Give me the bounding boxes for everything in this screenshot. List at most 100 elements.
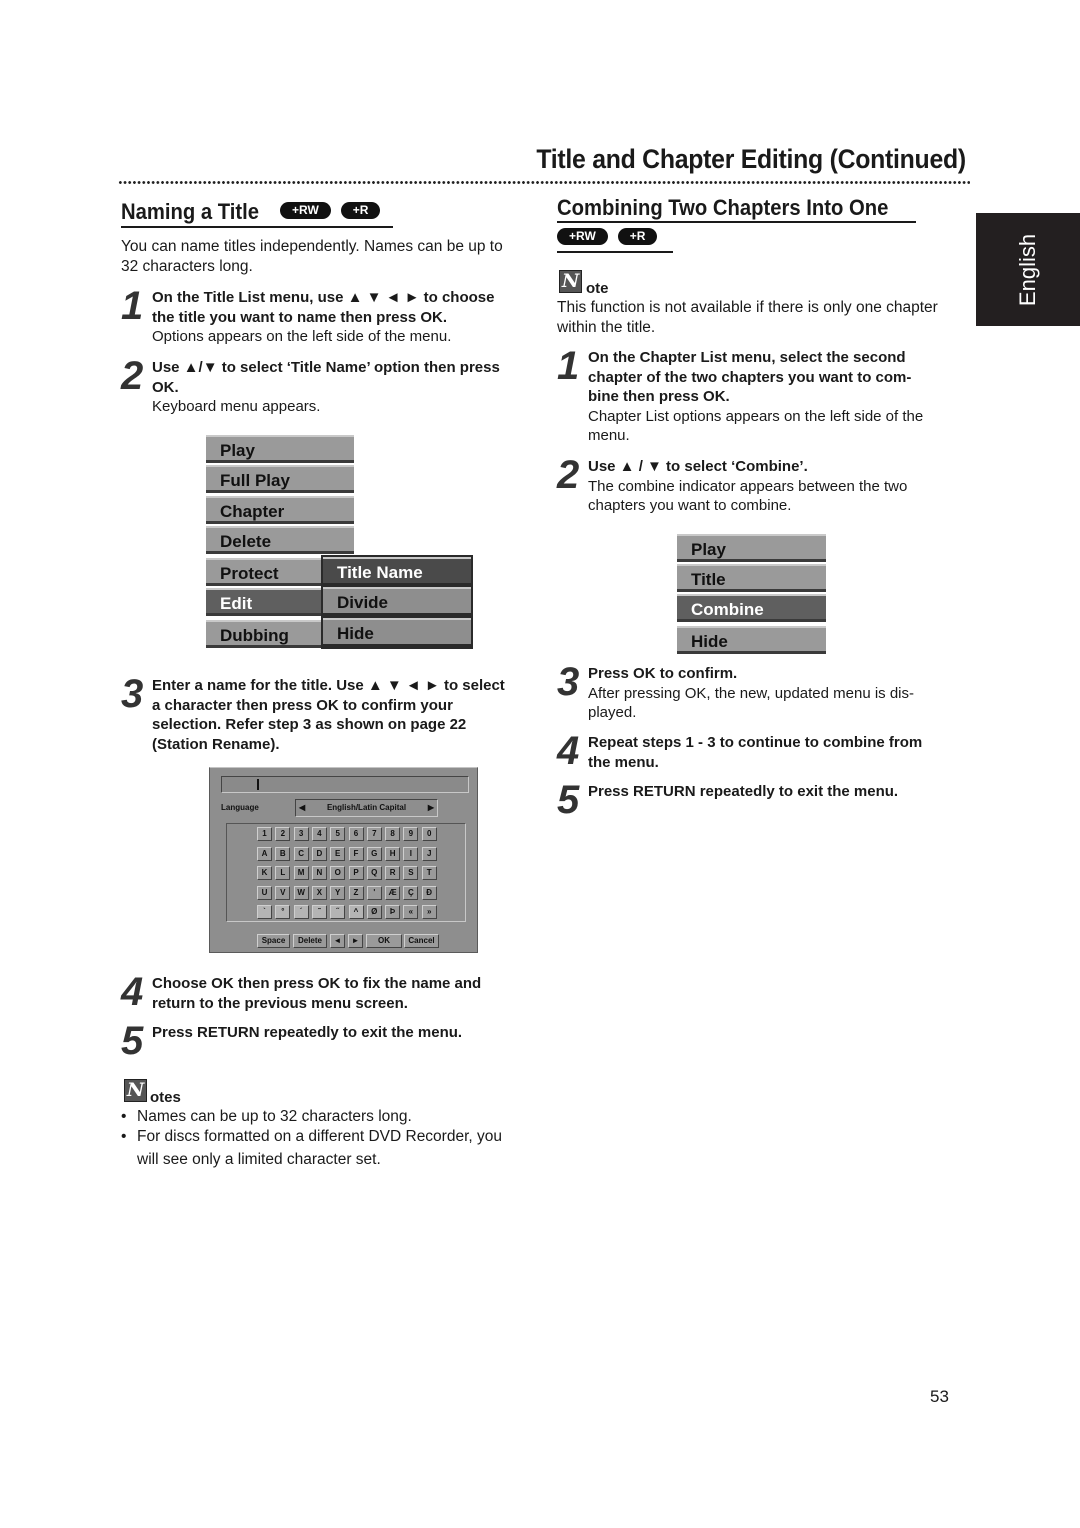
- char-key[interactable]: L: [275, 866, 291, 880]
- note-text: This function is not available if there …: [557, 298, 938, 338]
- step-instruction: Enter a name for the title. Use ▲ ▼ ◄ ► …: [152, 677, 505, 694]
- step-instruction: Use ▲ / ▼ to select ‘Combine’.: [588, 458, 808, 475]
- char-key[interactable]: ^: [348, 905, 364, 919]
- char-key[interactable]: Æ: [385, 885, 401, 900]
- language-selector[interactable]: ◀ English/Latin Capital ▶: [295, 799, 438, 817]
- step-number: 1: [557, 344, 580, 388]
- char-key[interactable]: °: [275, 905, 291, 919]
- char-key[interactable]: Z: [348, 885, 364, 900]
- character-grid: 1 2 3 4 5 6 7 8 9 0 A B C D E F G H I J K L M N O P Q R S T U V W X Y Z ' Æ Ç Đ…: [226, 823, 466, 922]
- menu-item-title[interactable]: Title: [677, 564, 826, 592]
- char-key[interactable]: I: [403, 846, 419, 861]
- char-key[interactable]: T: [421, 866, 437, 880]
- char-key[interactable]: 9: [403, 827, 419, 841]
- step-detail: played.: [588, 704, 637, 721]
- char-key[interactable]: C: [293, 846, 309, 861]
- char-key[interactable]: B: [275, 846, 291, 861]
- char-key[interactable]: H: [385, 846, 401, 861]
- char-key[interactable]: Ç: [403, 885, 419, 900]
- char-key[interactable]: E: [330, 846, 346, 861]
- char-key[interactable]: F: [348, 846, 364, 861]
- char-key[interactable]: D: [311, 846, 327, 861]
- char-key[interactable]: M: [293, 866, 309, 880]
- step-instruction: OK.: [152, 378, 179, 396]
- char-key[interactable]: 5: [330, 827, 346, 841]
- cursor-right-key[interactable]: ►: [348, 934, 363, 948]
- cursor-left-key[interactable]: ◄: [330, 934, 345, 948]
- char-key[interactable]: ´: [293, 905, 309, 919]
- step-detail: The combine indicator appears between th…: [588, 477, 908, 495]
- language-label: Language: [221, 803, 259, 812]
- disc-badges-left: +RW +R: [280, 202, 381, 220]
- menu-item-play[interactable]: Play: [206, 435, 354, 463]
- char-key[interactable]: W: [293, 885, 309, 900]
- char-key[interactable]: K: [257, 866, 272, 880]
- delete-key[interactable]: Delete: [293, 934, 327, 948]
- submenu-item-divide[interactable]: Divide: [323, 587, 471, 615]
- submenu-item-title-name[interactable]: Title Name: [323, 557, 471, 585]
- char-key[interactable]: V: [275, 885, 291, 900]
- submenu-item-hide[interactable]: Hide: [323, 618, 471, 646]
- char-key[interactable]: Þ: [385, 905, 401, 919]
- char-key[interactable]: O: [330, 866, 346, 880]
- arrow-right-icon[interactable]: ▶: [428, 800, 434, 816]
- char-key[interactable]: P: [348, 866, 364, 880]
- char-key[interactable]: `: [257, 905, 272, 919]
- char-key[interactable]: ˝: [330, 905, 346, 919]
- space-key[interactable]: Space: [257, 934, 290, 948]
- char-key[interactable]: A: [257, 846, 272, 861]
- title-name-input[interactable]: [221, 776, 469, 793]
- char-key[interactable]: Y: [330, 885, 346, 900]
- ok-key[interactable]: OK: [366, 934, 402, 948]
- menu-item-chapter[interactable]: Chapter: [206, 496, 354, 524]
- char-key[interactable]: U: [257, 885, 272, 900]
- char-key[interactable]: »: [421, 905, 437, 919]
- char-key[interactable]: 0: [421, 827, 437, 841]
- step-instruction: the menu.: [588, 753, 659, 771]
- note-line: This function is not available if there …: [557, 299, 938, 316]
- char-key[interactable]: 1: [257, 827, 272, 841]
- char-key[interactable]: Đ: [421, 885, 437, 900]
- intro-text: You can name titles independently. Names…: [121, 237, 503, 277]
- char-key[interactable]: N: [311, 866, 327, 880]
- char-key[interactable]: 2: [275, 827, 291, 841]
- note-item: For discs formatted on a different DVD R…: [120, 1127, 502, 1147]
- note-label: ote: [586, 280, 609, 297]
- notes-label: otes: [150, 1089, 181, 1106]
- step-instruction: return to the previous menu screen.: [152, 994, 408, 1012]
- char-key[interactable]: ': [366, 885, 382, 900]
- char-key[interactable]: Ø: [366, 905, 382, 919]
- menu-item-full-play[interactable]: Full Play: [206, 465, 354, 493]
- badge-underline: [557, 251, 673, 253]
- menu-item-play[interactable]: Play: [677, 534, 826, 562]
- char-key[interactable]: «: [403, 905, 419, 919]
- language-value: English/Latin Capital: [326, 803, 407, 812]
- char-key[interactable]: G: [366, 846, 382, 861]
- cancel-key[interactable]: Cancel: [404, 934, 439, 948]
- char-key[interactable]: 3: [293, 827, 309, 841]
- step-number: 4: [121, 970, 144, 1014]
- step-detail: Chapter List options appears on the left…: [588, 407, 924, 425]
- char-key[interactable]: S: [403, 866, 419, 880]
- char-key[interactable]: 6: [348, 827, 364, 841]
- text-cursor: [257, 779, 259, 790]
- char-key[interactable]: X: [311, 885, 327, 900]
- char-key[interactable]: J: [421, 846, 437, 861]
- step-instruction: selection. Refer step 3 as shown on page…: [152, 716, 467, 733]
- char-key[interactable]: ˜: [311, 905, 327, 919]
- menu-item-hide[interactable]: Hide: [677, 626, 826, 654]
- step-number: 2: [121, 354, 144, 398]
- char-key[interactable]: 7: [366, 827, 382, 841]
- menu-item-combine[interactable]: Combine: [677, 594, 826, 622]
- step-number: 5: [121, 1019, 144, 1063]
- arrow-left-icon[interactable]: ◀: [299, 800, 305, 816]
- step-instruction: Press RETURN repeatedly to exit the menu…: [588, 783, 899, 800]
- char-key[interactable]: 4: [311, 827, 327, 841]
- char-key[interactable]: 8: [385, 827, 401, 841]
- char-key[interactable]: R: [385, 866, 401, 880]
- notes-list: Names can be up to 32 characters long. F…: [120, 1107, 502, 1170]
- step-number: 1: [121, 284, 144, 328]
- char-key[interactable]: Q: [366, 866, 382, 880]
- menu-item-delete[interactable]: Delete: [206, 526, 354, 554]
- language-tab: English: [976, 213, 1080, 326]
